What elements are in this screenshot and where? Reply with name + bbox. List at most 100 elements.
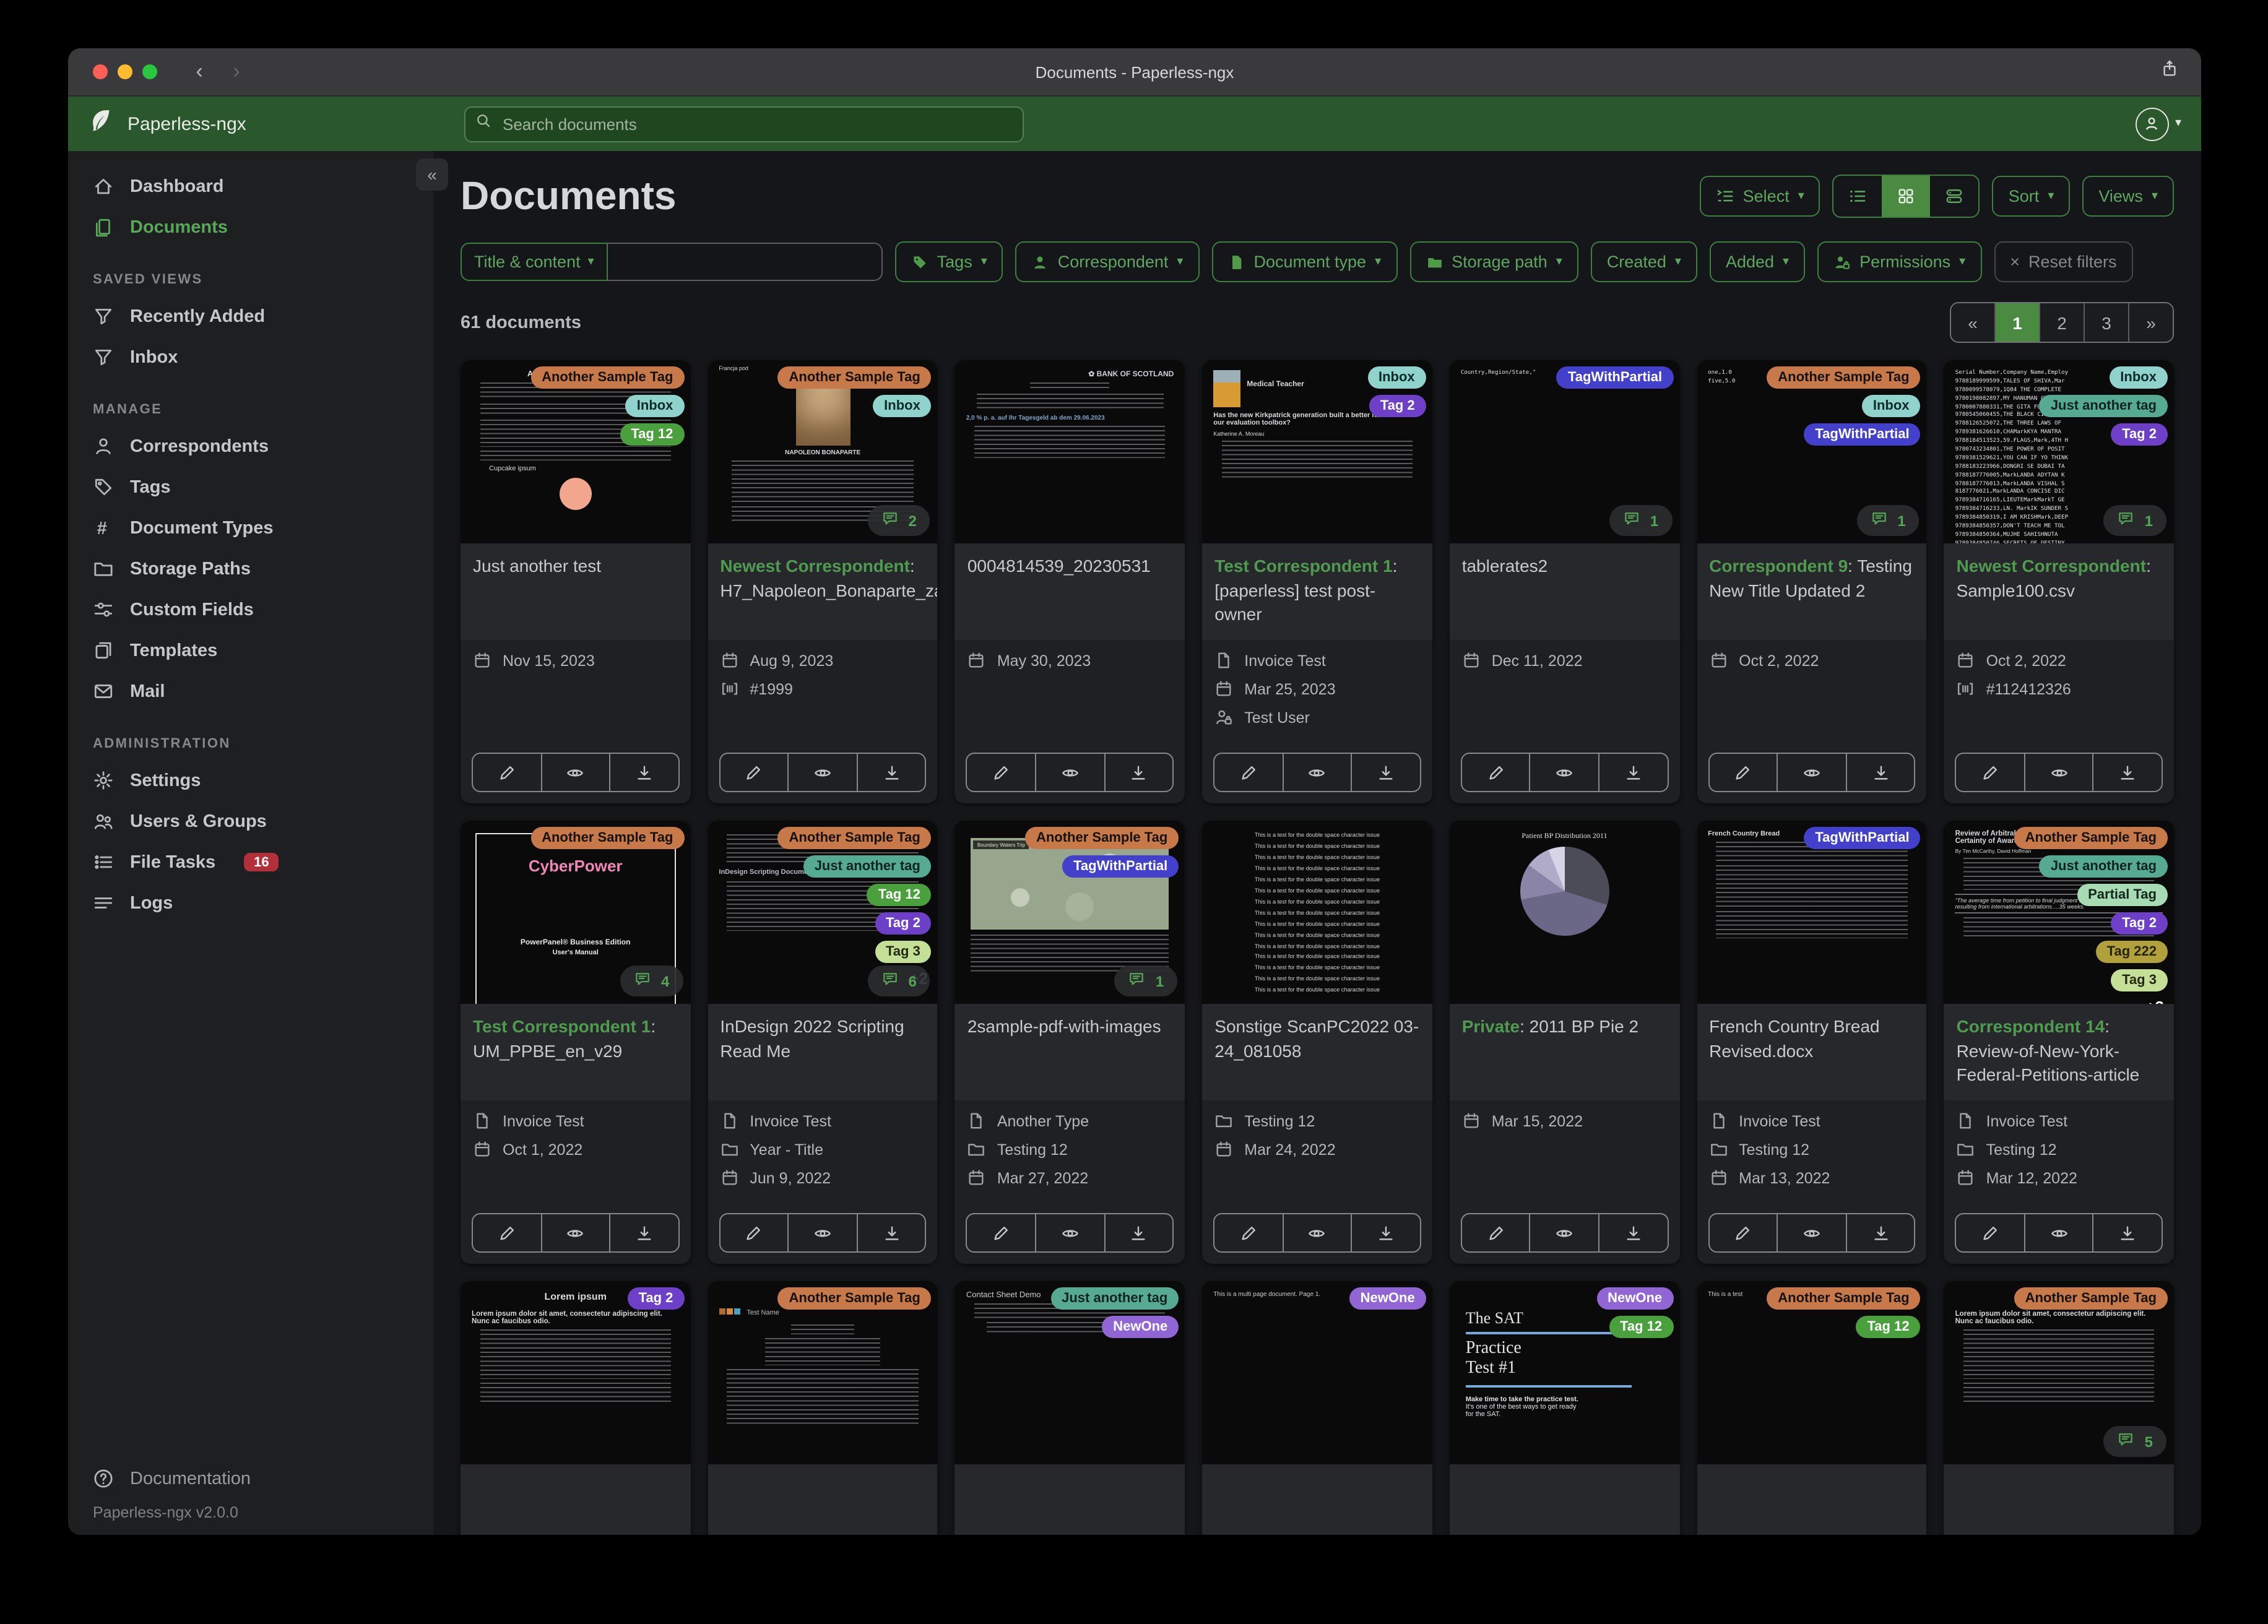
- share-icon[interactable]: [2160, 59, 2179, 84]
- document-title[interactable]: [461, 1464, 691, 1535]
- tag-pill[interactable]: Partial Tag: [2077, 884, 2168, 906]
- sidebar-item-logs[interactable]: Logs: [68, 883, 433, 923]
- edit-button[interactable]: [1462, 1214, 1531, 1251]
- edit-button[interactable]: [1214, 1214, 1284, 1251]
- document-title[interactable]: Sonstige ScanPC2022 03-24_081058: [1202, 1004, 1432, 1100]
- document-card[interactable]: Country,Region/State," TagWithPartial 1 tab…: [1449, 360, 1680, 803]
- tag-pill[interactable]: Another Sample Tag: [2014, 827, 2168, 849]
- document-title[interactable]: [1944, 1464, 2174, 1535]
- page-button-2[interactable]: 2: [2040, 303, 2085, 342]
- filter-permissions-button[interactable]: Permissions ▾: [1817, 241, 1982, 282]
- edit-button[interactable]: [1462, 754, 1531, 791]
- download-button[interactable]: [1353, 754, 1420, 791]
- document-card[interactable]: This is a multi page document. Page 1. Ne…: [1202, 1281, 1432, 1535]
- edit-button[interactable]: [720, 1214, 789, 1251]
- download-button[interactable]: [2094, 1214, 2162, 1251]
- document-title[interactable]: Newest Correspondent: H7_Napoleon_Bonapa…: [708, 543, 938, 640]
- document-thumbnail[interactable]: CyberPower PowerPanel® Business Edition Us…: [461, 821, 691, 1004]
- title-content-input[interactable]: [607, 243, 883, 281]
- sidebar-item-recently-added[interactable]: Recently Added: [68, 296, 433, 337]
- tag-pill[interactable]: Inbox: [873, 395, 932, 417]
- document-thumbnail[interactable]: Medical Teacher Has the new Kirkpatrick g…: [1202, 360, 1432, 543]
- document-title[interactable]: 2sample-pdf-with-images: [954, 1004, 1185, 1100]
- document-card[interactable]: one,1.0 five,5.0 Another Sample Tag Inbox T…: [1697, 360, 1927, 803]
- download-button[interactable]: [1846, 1214, 1914, 1251]
- tag-pill[interactable]: Tag 2: [2111, 423, 2168, 446]
- document-title[interactable]: [1697, 1464, 1927, 1535]
- sidebar-item-templates[interactable]: Templates: [68, 630, 433, 671]
- download-button[interactable]: [858, 754, 925, 791]
- sort-button[interactable]: Sort ▾: [1992, 176, 2071, 217]
- tag-pill[interactable]: TagWithPartial: [1062, 855, 1179, 878]
- sidebar-item-settings[interactable]: Settings: [68, 760, 433, 801]
- document-card[interactable]: Serial Number,Company Name,Employ 978818…: [1944, 360, 2174, 803]
- document-card[interactable]: Adobe Acrobat PDF FilesCupcake ipsumAnot…: [461, 360, 691, 803]
- preview-button[interactable]: [789, 754, 858, 791]
- tag-pill[interactable]: Another Sample Tag: [1767, 1287, 1921, 1310]
- download-button[interactable]: [858, 1214, 925, 1251]
- document-card[interactable]: Francja pod NAPOLEON BONAPARTE Another Sam…: [708, 360, 938, 803]
- document-thumbnail[interactable]: Adobe Acrobat PDF FilesCupcake ipsumAnot…: [461, 360, 691, 543]
- preview-button[interactable]: [2025, 754, 2094, 791]
- preview-button[interactable]: [1531, 1214, 1599, 1251]
- document-card[interactable]: Lorem ipsumLorem ipsum dolor sit amet, c…: [461, 1281, 691, 1535]
- preview-button[interactable]: [1283, 754, 1353, 791]
- page-button-»[interactable]: »: [2129, 303, 2173, 342]
- tag-pill[interactable]: Inbox: [2109, 366, 2168, 389]
- document-card[interactable]: The SAT Practice Test #1 Make time to take …: [1449, 1281, 1680, 1535]
- document-card[interactable]: Lorem ipsumLorem ipsum dolor sit amet, c…: [1944, 1281, 2174, 1535]
- tag-pill[interactable]: Tag 3: [875, 941, 932, 963]
- sidebar-item-document-types[interactable]: # Document Types: [68, 508, 433, 548]
- sidebar-item-inbox[interactable]: Inbox: [68, 337, 433, 378]
- tag-pill[interactable]: TagWithPartial: [1804, 423, 1921, 446]
- document-thumbnail[interactable]: Review of Arbitral Awards Shows Swift Re…: [1944, 821, 2174, 1004]
- filter-created-button[interactable]: Created ▾: [1590, 241, 1697, 282]
- document-thumbnail[interactable]: Patient BP Distribution 2011: [1449, 821, 1680, 1004]
- tag-pill[interactable]: Another Sample Tag: [777, 1287, 932, 1310]
- reset-filters-button[interactable]: × Reset filters: [1994, 241, 2133, 282]
- document-thumbnail[interactable]: The SAT Practice Test #1 Make time to take …: [1449, 1281, 1680, 1464]
- document-thumbnail[interactable]: Country,Region/State," TagWithPartial 1: [1449, 360, 1680, 543]
- tag-pill[interactable]: NewOne: [1349, 1287, 1426, 1310]
- document-thumbnail[interactable]: Serial Number,Company Name,Employ 978818…: [1944, 360, 2174, 543]
- page-button-«[interactable]: «: [1951, 303, 1996, 342]
- preview-button[interactable]: [2025, 1214, 2094, 1251]
- edit-button[interactable]: [1214, 754, 1284, 791]
- document-title[interactable]: Newest Correspondent: Sample100.csv: [1944, 543, 2174, 640]
- sidebar-item-correspondents[interactable]: Correspondents: [68, 426, 433, 467]
- tag-pill[interactable]: Tag 12: [1856, 1316, 1921, 1338]
- tag-pill[interactable]: Just another tag: [2039, 395, 2168, 417]
- sidebar-item-mail[interactable]: Mail: [68, 671, 433, 712]
- document-thumbnail[interactable]: Boundary Waters Trip Another Sample Tag Ta…: [954, 821, 1185, 1004]
- download-button[interactable]: [1105, 1214, 1172, 1251]
- tag-pill[interactable]: Inbox: [625, 395, 685, 417]
- tag-pill[interactable]: TagWithPartial: [1556, 366, 1674, 389]
- document-thumbnail[interactable]: Test Name Another Sample Tag: [708, 1281, 938, 1464]
- tag-pill[interactable]: Another Sample Tag: [777, 827, 932, 849]
- views-button[interactable]: Views ▾: [2082, 176, 2174, 217]
- tag-pill[interactable]: Tag 2: [1369, 395, 1426, 417]
- document-title[interactable]: [954, 1464, 1185, 1535]
- sidebar-item-custom-fields[interactable]: Custom Fields: [68, 589, 433, 630]
- tag-pill[interactable]: Another Sample Tag: [1767, 366, 1921, 389]
- document-title[interactable]: [1449, 1464, 1680, 1535]
- user-menu[interactable]: ▾: [2135, 107, 2181, 140]
- correspondent-link[interactable]: Test Correspondent 1: [1214, 556, 1392, 576]
- correspondent-link[interactable]: Correspondent 14: [1957, 1016, 2105, 1036]
- download-button[interactable]: [610, 754, 678, 791]
- sidebar-collapse-button[interactable]: «: [416, 158, 448, 191]
- document-thumbnail[interactable]: InDesign Scripting Documentation Another …: [708, 821, 938, 1004]
- page-button-3[interactable]: 3: [2085, 303, 2129, 342]
- search-input[interactable]: [500, 113, 1013, 134]
- tag-pill[interactable]: Another Sample Tag: [530, 827, 685, 849]
- document-title[interactable]: InDesign 2022 Scripting Read Me: [708, 1004, 938, 1100]
- preview-button[interactable]: [1036, 1214, 1106, 1251]
- filter-document-type-button[interactable]: Document type ▾: [1211, 241, 1398, 282]
- grid-view-button[interactable]: [1882, 176, 1931, 217]
- document-title[interactable]: tablerates2: [1449, 543, 1680, 640]
- tag-pill[interactable]: Another Sample Tag: [777, 366, 932, 389]
- edit-button[interactable]: [473, 1214, 542, 1251]
- sidebar-item-storage-paths[interactable]: Storage Paths: [68, 548, 433, 589]
- tag-pill[interactable]: Another Sample Tag: [530, 366, 685, 389]
- filter-storage-path-button[interactable]: Storage path ▾: [1409, 241, 1578, 282]
